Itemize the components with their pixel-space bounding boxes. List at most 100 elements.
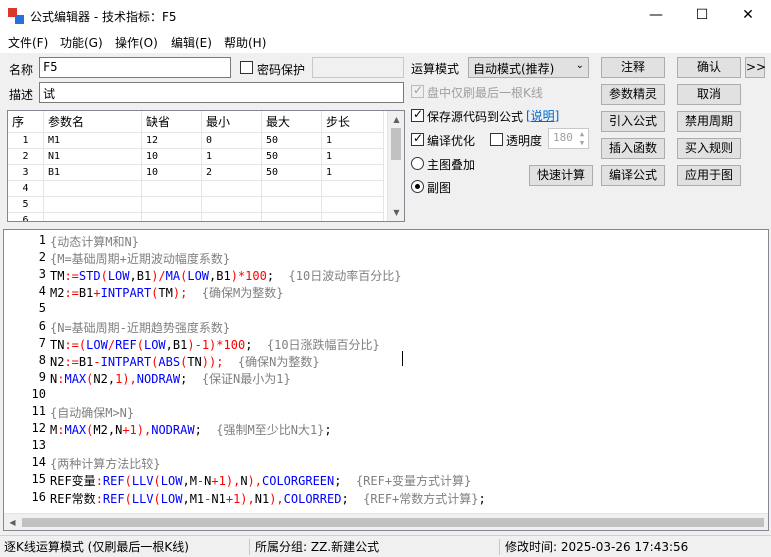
expand-button[interactable]: >> <box>745 57 766 78</box>
hscroll-thumb[interactable] <box>22 518 764 527</box>
main-overlay-radio[interactable] <box>411 157 424 170</box>
param-table-scrollbar[interactable]: ▲ ▼ <box>387 111 404 221</box>
param-cell-index[interactable]: 6 <box>8 213 44 221</box>
scroll-left-icon[interactable]: ◀ <box>4 514 21 530</box>
param-cell-default[interactable] <box>142 213 202 221</box>
param-cell-max[interactable]: 50 <box>262 149 322 165</box>
transparency-checkbox[interactable] <box>490 133 503 146</box>
param-cell-min[interactable] <box>202 181 262 197</box>
param-cell-max[interactable] <box>262 197 322 213</box>
param-cell-min[interactable] <box>202 213 262 221</box>
explain-link[interactable]: [说明] <box>526 107 559 124</box>
editor-hscrollbar[interactable]: ◀ <box>4 513 768 530</box>
close-button[interactable]: ✕ <box>725 0 771 31</box>
param-cell-step[interactable]: 1 <box>322 149 384 165</box>
apply-chart-button[interactable]: 应用于图 <box>677 165 741 186</box>
param-cell-min[interactable] <box>202 197 262 213</box>
code-line[interactable]: 9 N:MAX(N2,1),NODRAW; {保证N最小为1} <box>4 370 764 387</box>
param-cell-name[interactable]: N1 <box>44 149 142 165</box>
menu-file[interactable]: 文件(F) <box>8 34 48 51</box>
code-line[interactable]: 11 {自动确保M>N} <box>4 404 764 421</box>
param-cell-default[interactable]: 12 <box>142 133 202 149</box>
cancel-button[interactable]: 取消 <box>677 84 741 105</box>
disable-period-button[interactable]: 禁用周期 <box>677 111 741 132</box>
confirm-button[interactable]: 确认 <box>677 57 741 78</box>
spin-down-icon[interactable]: ▼ <box>576 139 588 148</box>
menu-operation[interactable]: 操作(O) <box>115 34 158 51</box>
param-cell-index[interactable]: 5 <box>8 197 44 213</box>
code-line[interactable]: 5 <box>4 301 764 318</box>
param-cell-name[interactable]: M1 <box>44 133 142 149</box>
code-line[interactable]: 13 <box>4 438 764 455</box>
quick-calc-button[interactable]: 快速计算 <box>529 165 593 186</box>
insert-function-button[interactable]: 插入函数 <box>601 138 665 159</box>
param-cell-max[interactable]: 50 <box>262 133 322 149</box>
param-cell-index[interactable]: 2 <box>8 149 44 165</box>
code-line[interactable]: 12 M:MAX(M2,N+1),NODRAW; {强制M至少比N大1}; <box>4 421 764 438</box>
param-cell-step[interactable]: 1 <box>322 133 384 149</box>
last-kline-checkbox[interactable] <box>411 83 424 98</box>
scroll-down-icon[interactable]: ▼ <box>388 204 404 221</box>
table-row[interactable]: 6 <box>8 213 384 221</box>
scroll-up-icon[interactable]: ▲ <box>388 111 404 128</box>
save-source-checkbox[interactable] <box>411 107 424 122</box>
sub-chart-radio[interactable] <box>411 180 424 193</box>
param-cell-step[interactable] <box>322 213 384 221</box>
compile-formula-button[interactable]: 编译公式 <box>601 165 665 186</box>
param-cell-step[interactable] <box>322 197 384 213</box>
param-cell-step[interactable] <box>322 181 384 197</box>
table-row[interactable]: 4 <box>8 181 384 197</box>
param-cell-max[interactable]: 50 <box>262 165 322 181</box>
code-line[interactable]: 1 {动态计算M和N} <box>4 233 764 250</box>
param-cell-default[interactable] <box>142 181 202 197</box>
code-line[interactable]: 15 REF变量:REF(LLV(LOW,M-N+1),N),COLORGREEN… <box>4 472 764 489</box>
code-line[interactable]: 14 {两种计算方法比较} <box>4 455 764 472</box>
param-cell-default[interactable]: 10 <box>142 165 202 181</box>
password-input[interactable] <box>312 57 404 78</box>
code-line[interactable]: 16 REF常数:REF(LLV(LOW,M1-N1+1),N1),COLORRE… <box>4 490 764 507</box>
buy-rule-button[interactable]: 买入规则 <box>677 138 741 159</box>
param-cell-index[interactable]: 4 <box>8 181 44 197</box>
compile-opt-checkbox[interactable] <box>411 131 424 146</box>
spin-up-icon[interactable]: ▲ <box>576 130 588 139</box>
param-cell-default[interactable]: 10 <box>142 149 202 165</box>
name-input[interactable]: F5 <box>39 57 231 78</box>
param-cell-index[interactable]: 3 <box>8 165 44 181</box>
param-wizard-button[interactable]: 参数精灵 <box>601 84 665 105</box>
code-editor[interactable]: 1 {动态计算M和N} 2 {M=基础周期+近期波动幅度系数} 3 TM:=STD(LOW… <box>3 229 769 531</box>
annotate-button[interactable]: 注释 <box>601 57 665 78</box>
param-cell-min[interactable]: 2 <box>202 165 262 181</box>
code-line[interactable]: 6 {N=基础周期-近期趋势强度系数} <box>4 319 764 336</box>
param-cell-index[interactable]: 1 <box>8 133 44 149</box>
param-table[interactable]: 序 参数名 缺省 最小 最大 步长 1 M1 12 0 50 1 2 N1 10 1 50 1 3 B1 1… <box>7 110 405 222</box>
menu-function[interactable]: 功能(G) <box>60 34 103 51</box>
param-cell-name[interactable]: B1 <box>44 165 142 181</box>
table-row[interactable]: 1 M1 12 0 50 1 <box>8 133 384 149</box>
table-row[interactable]: 5 <box>8 197 384 213</box>
param-cell-min[interactable]: 1 <box>202 149 262 165</box>
param-cell-default[interactable] <box>142 197 202 213</box>
param-cell-name[interactable] <box>44 213 142 221</box>
param-cell-max[interactable] <box>262 181 322 197</box>
menu-help[interactable]: 帮助(H) <box>224 34 266 51</box>
password-checkbox[interactable] <box>240 61 253 74</box>
table-row[interactable]: 2 N1 10 1 50 1 <box>8 149 384 165</box>
mode-select[interactable]: 自动模式(推荐) ⌄ <box>468 57 589 78</box>
scroll-thumb[interactable] <box>391 128 401 160</box>
code-line[interactable]: 2 {M=基础周期+近期波动幅度系数} <box>4 250 764 267</box>
minimize-button[interactable]: — <box>633 0 679 31</box>
import-formula-button[interactable]: 引入公式 <box>601 111 665 132</box>
code-line[interactable]: 10 <box>4 387 764 404</box>
param-cell-min[interactable]: 0 <box>202 133 262 149</box>
param-cell-name[interactable] <box>44 197 142 213</box>
code-line[interactable]: 3 TM:=STD(LOW,B1)/MA(LOW,B1)*100; {10日波动率… <box>4 267 764 284</box>
title-bar[interactable]: 公式编辑器 - 技术指标：F5 — ☐ ✕ <box>0 0 771 31</box>
param-cell-max[interactable] <box>262 213 322 221</box>
maximize-button[interactable]: ☐ <box>679 0 725 31</box>
param-cell-step[interactable]: 1 <box>322 165 384 181</box>
transparency-spinner[interactable]: 180 ▲ ▼ <box>548 128 589 149</box>
menu-edit[interactable]: 编辑(E) <box>171 34 212 51</box>
code-line[interactable]: 7 TN:=(LOW/REF(LOW,B1)-1)*100; {10日涨跌幅百分比… <box>4 336 764 353</box>
param-cell-name[interactable] <box>44 181 142 197</box>
code-line[interactable]: 4 M2:=B1+INTPART(TM); {确保M为整数} <box>4 284 764 301</box>
